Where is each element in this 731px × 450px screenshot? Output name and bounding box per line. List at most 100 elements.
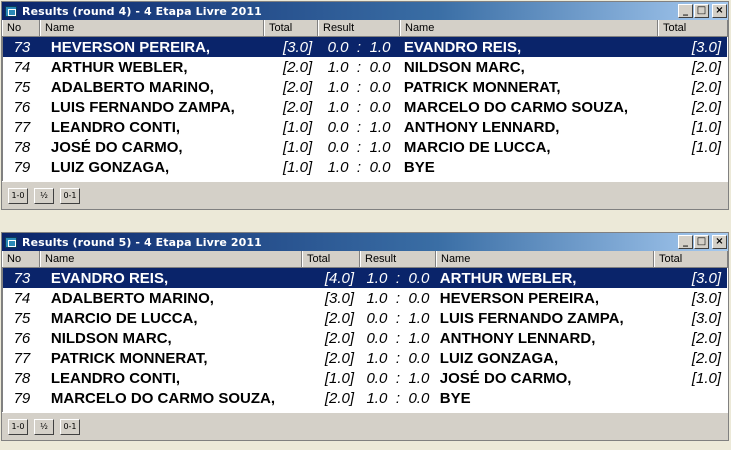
header-name-black[interactable]: Name — [436, 251, 654, 267]
table-row[interactable]: 73 HEVERSON PEREIRA, [3.0] 0.0 : 1.0 EVA… — [3, 37, 727, 57]
white-score: 1.0 — [366, 289, 388, 307]
header-name-black[interactable]: Name — [400, 20, 658, 36]
board-number: 77 — [13, 118, 31, 136]
footer-toolbar: 1-0 ½ 0-1 — [2, 412, 728, 440]
board-number: 79 — [13, 389, 31, 407]
draw-button[interactable]: ½ — [34, 418, 54, 435]
white-player-name: LEANDRO CONTI, — [50, 118, 181, 136]
window-title: Results (round 5) - 4 Etapa Livre 2011 — [22, 235, 262, 249]
game-result[interactable]: 1.0 : 0.0 — [318, 79, 400, 96]
black-score: 0.0 — [369, 98, 391, 116]
table-row[interactable]: 76 NILDSON MARC, [2.0] 0.0 : 1.0 ANTHONY… — [3, 328, 727, 348]
game-result[interactable]: 0.0 : 1.0 — [318, 39, 400, 56]
game-result[interactable]: 0.0 : 1.0 — [360, 370, 436, 387]
table-row[interactable]: 78 LEANDRO CONTI, [1.0] 0.0 : 1.0 JOSÉ D… — [3, 368, 727, 388]
black-score: 1.0 — [408, 369, 430, 387]
black-wins-button[interactable]: 0-1 — [60, 418, 80, 435]
black-score: 0.0 — [408, 269, 430, 287]
black-wins-button[interactable]: 0-1 — [60, 187, 80, 204]
game-result[interactable]: 1.0 : 0.0 — [360, 350, 436, 367]
game-result[interactable]: 1.0 : 0.0 — [360, 270, 436, 287]
black-score: 1.0 — [369, 138, 391, 156]
white-score: 1.0 — [327, 98, 349, 116]
table-row[interactable]: 73 EVANDRO REIS, [4.0] 1.0 : 0.0 ARTHUR … — [3, 268, 727, 288]
header-no[interactable]: No — [2, 20, 40, 36]
header-no[interactable]: No — [2, 251, 40, 267]
minimize-button[interactable]: _ — [678, 4, 693, 18]
board-number: 78 — [13, 369, 31, 387]
board-number: 75 — [13, 78, 31, 96]
table-row[interactable]: 76 LUIS FERNANDO ZAMPA, [2.0] 1.0 : 0.0 … — [3, 97, 727, 117]
maximize-button[interactable]: □ — [694, 4, 709, 18]
board-number: 79 — [13, 158, 31, 176]
white-player-total: [1.0] — [282, 118, 313, 136]
header-total[interactable]: Total — [264, 20, 318, 36]
white-player-total: [3.0] — [282, 38, 313, 56]
column-header: No Name Total Result Name Total — [2, 20, 728, 37]
white-score: 1.0 — [327, 158, 349, 176]
table-row[interactable]: 79 MARCELO DO CARMO SOUZA, [2.0] 1.0 : 0… — [3, 388, 727, 408]
black-player-name: ANTHONY LENNARD, — [439, 329, 596, 347]
app-icon — [5, 5, 17, 17]
table-row[interactable]: 79 LUIZ GONZAGA, [1.0] 1.0 : 0.0 BYE — [3, 157, 727, 177]
table-row[interactable]: 74 ARTHUR WEBLER, [2.0] 1.0 : 0.0 NILDSO… — [3, 57, 727, 77]
result-separator: : — [356, 78, 362, 96]
white-score: 0.0 — [366, 309, 388, 327]
results-grid: 73 HEVERSON PEREIRA, [3.0] 0.0 : 1.0 EVA… — [2, 37, 728, 181]
white-player-name: LUIS FERNANDO ZAMPA, — [50, 98, 235, 116]
black-score: 1.0 — [369, 38, 391, 56]
result-separator: : — [395, 349, 400, 367]
black-player-name: MARCELO DO CARMO SOUZA, — [403, 98, 629, 116]
header-name[interactable]: Name — [40, 20, 264, 36]
white-player-total: [1.0] — [282, 138, 313, 156]
game-result[interactable]: 1.0 : 0.0 — [318, 159, 400, 176]
black-player-name: HEVERSON PEREIRA, — [439, 289, 599, 307]
game-result[interactable]: 1.0 : 0.0 — [318, 99, 400, 116]
draw-button[interactable]: ½ — [34, 187, 54, 204]
table-row[interactable]: 78 JOSÉ DO CARMO, [1.0] 0.0 : 1.0 MARCIO… — [3, 137, 727, 157]
white-player-total: [2.0] — [324, 309, 355, 327]
black-score: 0.0 — [408, 349, 430, 367]
close-button[interactable]: × — [712, 235, 727, 249]
table-row[interactable]: 77 LEANDRO CONTI, [1.0] 0.0 : 1.0 ANTHON… — [3, 117, 727, 137]
black-player-name: JOSÉ DO CARMO, — [439, 369, 572, 387]
table-row[interactable]: 75 ADALBERTO MARINO, [2.0] 1.0 : 0.0 PAT… — [3, 77, 727, 97]
close-button[interactable]: × — [712, 4, 727, 18]
header-total-black[interactable]: Total — [654, 251, 728, 267]
header-name[interactable]: Name — [40, 251, 302, 267]
game-result[interactable]: 0.0 : 1.0 — [318, 119, 400, 136]
header-result[interactable]: Result — [318, 20, 400, 36]
black-player-total: [2.0] — [691, 349, 721, 367]
white-score: 0.0 — [366, 329, 388, 347]
header-result[interactable]: Result — [360, 251, 436, 267]
result-separator: : — [395, 289, 400, 307]
game-result[interactable]: 0.0 : 1.0 — [360, 310, 436, 327]
title-bar[interactable]: Results (round 5) - 4 Etapa Livre 2011 _… — [2, 233, 728, 251]
white-wins-button[interactable]: 1-0 — [8, 187, 28, 204]
game-result[interactable]: 1.0 : 0.0 — [360, 390, 436, 407]
result-separator: : — [356, 118, 362, 136]
minimize-button[interactable]: _ — [678, 235, 693, 249]
title-bar[interactable]: Results (round 4) - 4 Etapa Livre 2011 _… — [2, 2, 728, 20]
game-result[interactable]: 0.0 : 1.0 — [318, 139, 400, 156]
footer-toolbar: 1-0 ½ 0-1 — [2, 181, 728, 209]
white-wins-button[interactable]: 1-0 — [8, 418, 28, 435]
result-separator: : — [356, 58, 362, 76]
game-result[interactable]: 1.0 : 0.0 — [318, 59, 400, 76]
maximize-button[interactable]: □ — [694, 235, 709, 249]
table-row[interactable]: 75 MARCIO DE LUCCA, [2.0] 0.0 : 1.0 LUIS… — [3, 308, 727, 328]
black-player-total: [2.0] — [691, 329, 721, 347]
board-number: 78 — [13, 138, 31, 156]
white-score: 1.0 — [327, 58, 349, 76]
white-player-total: [4.0] — [324, 269, 355, 287]
game-result[interactable]: 1.0 : 0.0 — [360, 290, 436, 307]
header-total[interactable]: Total — [302, 251, 360, 267]
black-player-name: PATRICK MONNERAT, — [403, 78, 561, 96]
header-total-black[interactable]: Total — [658, 20, 728, 36]
table-row[interactable]: 77 PATRICK MONNERAT, [2.0] 1.0 : 0.0 LUI… — [3, 348, 727, 368]
table-row[interactable]: 74 ADALBERTO MARINO, [3.0] 1.0 : 0.0 HEV… — [3, 288, 727, 308]
black-score: 0.0 — [408, 389, 430, 407]
game-result[interactable]: 0.0 : 1.0 — [360, 330, 436, 347]
black-player-name: ARTHUR WEBLER, — [439, 269, 577, 287]
board-number: 76 — [13, 98, 31, 116]
